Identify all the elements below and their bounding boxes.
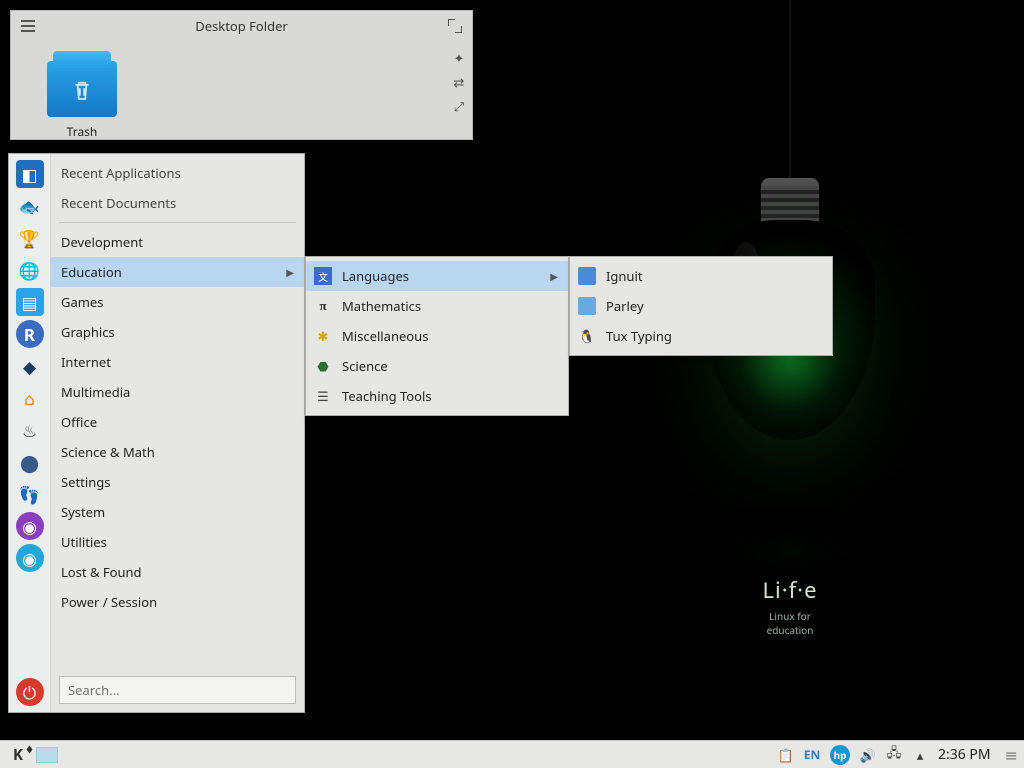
fav-app-launcher[interactable]: ◧ [16,160,44,188]
settings-sliders-icon[interactable]: ⇄ [452,75,466,89]
network-icon[interactable]: 🖧 [886,747,902,763]
parley-icon [578,297,596,315]
new-activity-icon[interactable]: ✦ [452,51,466,65]
app-ignuit[interactable]: Ignuit [570,261,832,291]
fav-purple[interactable]: ◉ [16,512,44,540]
category-science-math[interactable]: Science & Math [51,437,304,467]
fav-gnome[interactable]: 👣 [16,480,44,508]
category-graphics[interactable]: Graphics [51,317,304,347]
category-office[interactable]: Office [51,407,304,437]
fav-notes[interactable]: ▤ [16,288,44,316]
sub-science[interactable]: ⬣ Science [306,351,568,381]
fav-home[interactable]: ⌂ [16,384,44,412]
misc-icon: ✱ [314,327,332,345]
tux-icon: 🐧 [578,327,596,345]
categories-column: Recent Applications Recent Documents Dev… [51,154,304,712]
category-lost-found[interactable]: Lost & Found [51,557,304,587]
chevron-right-icon: ▶ [286,265,294,279]
clock[interactable]: 2:36 PM [938,745,991,764]
category-power-session[interactable]: Power / Session [51,587,304,617]
menu-separator [59,222,296,223]
teaching-icon: ☰ [314,387,332,405]
sub-mathematics[interactable]: π Mathematics [306,291,568,321]
trash-item[interactable]: Trash [47,61,117,140]
fav-trophy[interactable]: 🏆 [16,224,44,252]
category-utilities[interactable]: Utilities [51,527,304,557]
kde-start-button[interactable]: K [6,745,30,765]
chevron-right-icon: ▶ [550,269,558,283]
clipboard-icon[interactable]: 📋 [778,747,794,763]
application-menu: ◧ 🐟 🏆 🌐 ▤ R ◆ ⌂ ♨ ⬤ 👣 ◉ ◉ ⏻ Recent Appli… [8,153,305,713]
app-parley[interactable]: Parley [570,291,832,321]
languages-icon: 文 [314,267,332,285]
recent-documents[interactable]: Recent Documents [51,188,304,218]
wallpaper-lightbulb: ⌇◎⌇ Li·f·e Linux for education [700,160,880,610]
tray-expand-icon[interactable]: ▴ [912,747,928,763]
fav-cyan[interactable]: ◉ [16,544,44,572]
sub-languages[interactable]: 文 Languages▶ [306,261,568,291]
sub-teaching-tools[interactable]: ☰ Teaching Tools [306,381,568,411]
category-multimedia[interactable]: Multimedia [51,377,304,407]
fav-java[interactable]: ♨ [16,416,44,444]
search-input[interactable] [59,676,296,704]
fav-inkscape[interactable]: ◆ [16,352,44,380]
category-development[interactable]: Development [51,227,304,257]
fav-r[interactable]: R [16,320,44,348]
science-icon: ⬣ [314,357,332,375]
math-icon: π [314,297,332,315]
task-thumbnail[interactable] [36,747,58,763]
fullscreen-icon[interactable] [448,19,462,33]
power-button[interactable]: ⏻ [16,678,44,706]
keyboard-layout[interactable]: EN [804,747,820,763]
category-settings[interactable]: Settings [51,467,304,497]
desktop-folder-title: Desktop Folder [11,17,472,35]
category-games[interactable]: Games [51,287,304,317]
ignuit-icon [578,267,596,285]
taskbar: K 📋 EN hp 🔊 🖧 ▴ 2:36 PM ≡ [0,740,1024,768]
expand-icon[interactable]: ⤢ [452,99,466,113]
sub-miscellaneous[interactable]: ✱ Miscellaneous [306,321,568,351]
languages-submenu: Ignuit Parley 🐧 Tux Typing [569,256,833,356]
category-internet[interactable]: Internet [51,347,304,377]
menu-search[interactable] [59,676,296,704]
hp-icon[interactable]: hp [830,745,850,765]
fav-marble[interactable]: ⬤ [16,448,44,476]
fav-bluefish[interactable]: 🐟 [16,192,44,220]
recent-applications[interactable]: Recent Applications [51,158,304,188]
trash-icon [47,61,117,117]
category-system[interactable]: System [51,497,304,527]
favorites-column: ◧ 🐟 🏆 🌐 ▤ R ◆ ⌂ ♨ ⬤ 👣 ◉ ◉ ⏻ [9,154,51,712]
panel-options-icon[interactable]: ≡ [1001,744,1018,766]
desktop-folder-widget[interactable]: Desktop Folder ✦ ⇄ ⤢ Trash [10,10,473,140]
trash-label: Trash [47,123,117,140]
category-education[interactable]: Education▶ [51,257,304,287]
distro-brand: Li·f·e Linux for education [745,575,835,637]
folder-side-controls: ✦ ⇄ ⤢ [452,51,466,113]
fav-browser[interactable]: 🌐 [16,256,44,284]
education-submenu: 文 Languages▶ π Mathematics ✱ Miscellaneo… [305,256,569,416]
volume-icon[interactable]: 🔊 [860,747,876,763]
menu-icon[interactable] [21,20,35,32]
app-tux-typing[interactable]: 🐧 Tux Typing [570,321,832,351]
